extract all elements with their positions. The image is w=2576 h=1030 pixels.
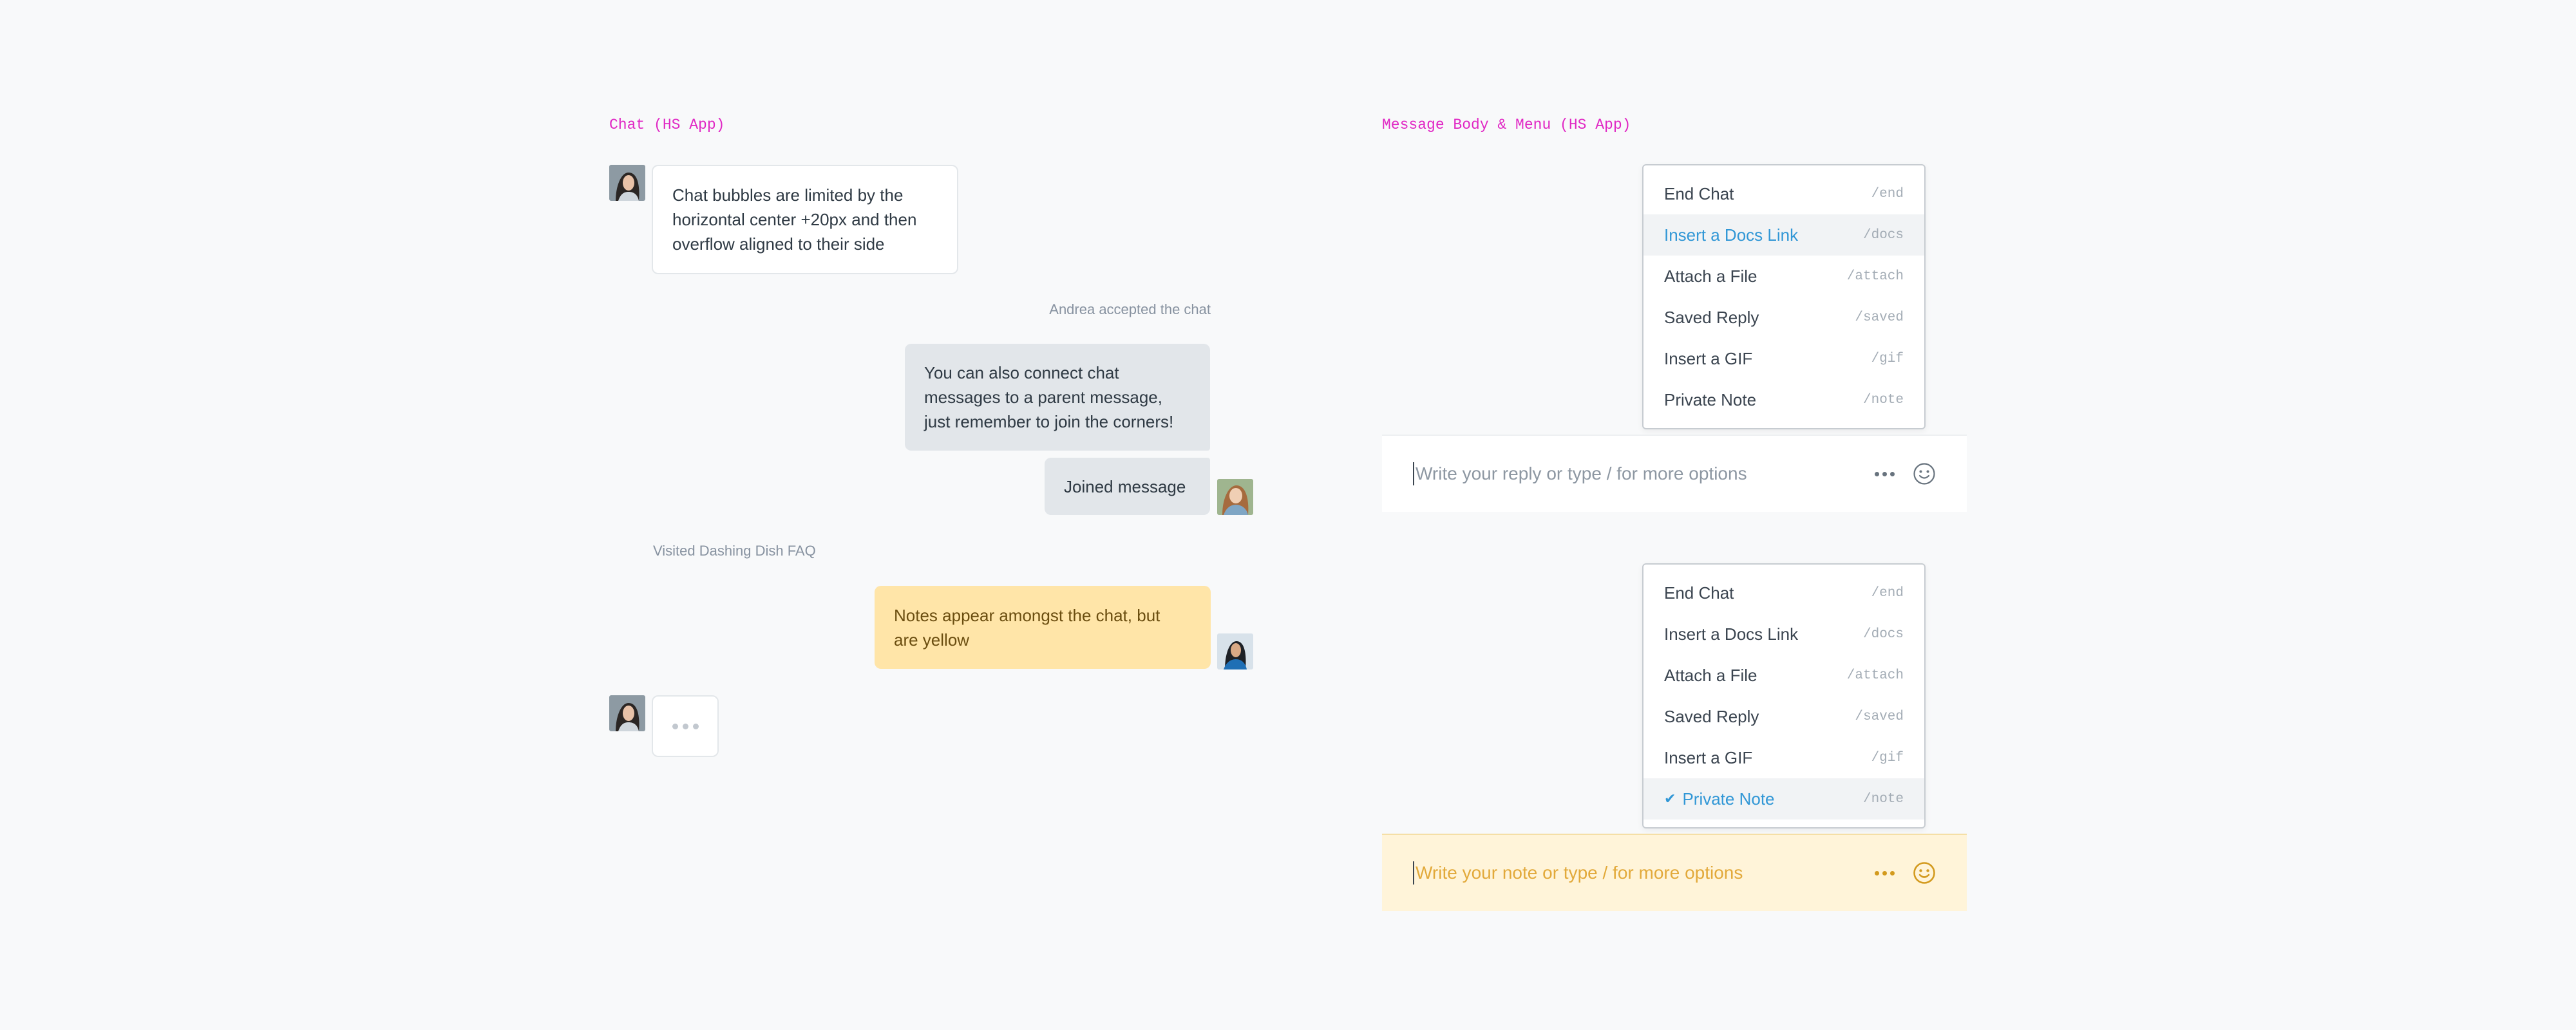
typing-indicator — [652, 695, 719, 757]
menu-item-command: /saved — [1855, 310, 1904, 325]
menu-item-command: /attach — [1846, 268, 1904, 284]
menu-item-label: Insert a GIF — [1664, 348, 1753, 368]
menu-item-label: Insert a Docs Link — [1664, 624, 1799, 644]
menu-item-attach-file[interactable]: Attach a File /attach — [1643, 256, 1924, 297]
menu-item-label: Attach a File — [1664, 665, 1757, 685]
more-options-icon[interactable] — [1875, 870, 1895, 876]
menu-item-label: Insert a Docs Link — [1664, 225, 1799, 245]
menu-item-end-chat[interactable]: End Chat /end — [1643, 572, 1924, 613]
note-bubble-text: Notes appear amongst the chat, but are y… — [894, 605, 1160, 650]
menu-item-label: Insert a GIF — [1664, 747, 1753, 767]
menu-item-command: /note — [1862, 392, 1904, 407]
menu-item-label: Saved Reply — [1664, 307, 1759, 327]
menu-item-insert-docs-link[interactable]: Insert a Docs Link /docs — [1643, 613, 1924, 655]
customer-avatar — [609, 165, 645, 201]
menu-item-label: End Chat — [1664, 583, 1734, 603]
menu-item-insert-gif[interactable]: Insert a GIF /gif — [1643, 338, 1924, 379]
note-composer[interactable]: Write your note or type / for more optio… — [1382, 834, 1967, 911]
typing-dot — [672, 723, 678, 729]
joined-chat-bubble: Joined message — [1045, 458, 1210, 515]
menu-item-command: /end — [1871, 186, 1904, 201]
menu-item-saved-reply[interactable]: Saved Reply /saved — [1643, 696, 1924, 737]
menu-item-command: /note — [1862, 791, 1904, 807]
reply-composer[interactable]: Write your reply or type / for more opti… — [1382, 435, 1967, 512]
menu-item-label: Attach a File — [1664, 266, 1757, 286]
emoji-icon[interactable] — [1913, 861, 1936, 885]
menu-item-command: /attach — [1846, 668, 1904, 683]
menu-item-command: /end — [1871, 585, 1904, 601]
visited-page-event: Visited Dashing Dish FAQ — [653, 543, 816, 559]
menu-item-label: Saved Reply — [1664, 706, 1759, 726]
slash-command-menu: End Chat /end Insert a Docs Link /docs A… — [1642, 164, 1926, 429]
more-options-icon[interactable] — [1875, 471, 1895, 476]
reply-input-placeholder[interactable]: Write your reply or type / for more opti… — [1416, 464, 1875, 484]
menu-item-label: End Chat — [1664, 183, 1734, 203]
customer-chat-bubble: Chat bubbles are limited by the horizont… — [652, 165, 958, 274]
menu-item-command: /docs — [1862, 227, 1904, 243]
menu-item-private-note[interactable]: ✔ Private Note /note — [1643, 778, 1924, 819]
menu-item-end-chat[interactable]: End Chat /end — [1643, 173, 1924, 214]
note-input-placeholder[interactable]: Write your note or type / for more optio… — [1416, 863, 1875, 883]
menu-item-label: Private Note — [1682, 789, 1775, 809]
menu-item-insert-gif[interactable]: Insert a GIF /gif — [1643, 737, 1924, 778]
agent-chat-bubble: You can also connect chat messages to a … — [905, 344, 1210, 451]
message-body-section-title: Message Body & Menu (HS App) — [1382, 117, 1631, 133]
checkmark-icon: ✔ — [1664, 791, 1676, 807]
menu-item-saved-reply[interactable]: Saved Reply /saved — [1643, 297, 1924, 338]
agent-bubble-text: You can also connect chat messages to a … — [924, 363, 1174, 431]
customer-avatar — [609, 695, 645, 731]
menu-item-insert-docs-link[interactable]: Insert a Docs Link /docs — [1643, 214, 1924, 256]
menu-item-label-group: ✔ Private Note — [1664, 789, 1775, 809]
menu-item-attach-file[interactable]: Attach a File /attach — [1643, 655, 1924, 696]
agent-avatar — [1217, 479, 1253, 515]
menu-item-command: /saved — [1855, 709, 1904, 724]
chat-accepted-event: Andrea accepted the chat — [1049, 301, 1211, 317]
slash-command-menu: End Chat /end Insert a Docs Link /docs A… — [1642, 563, 1926, 829]
customer-bubble-text: Chat bubbles are limited by the horizont… — [672, 185, 917, 254]
menu-item-label: Private Note — [1664, 389, 1757, 409]
note-author-avatar — [1217, 633, 1253, 670]
joined-bubble-text: Joined message — [1064, 476, 1186, 496]
menu-item-command: /gif — [1871, 750, 1904, 765]
note-chat-bubble: Notes appear amongst the chat, but are y… — [875, 586, 1211, 669]
menu-item-command: /docs — [1862, 626, 1904, 642]
emoji-icon[interactable] — [1913, 462, 1936, 485]
typing-dot — [682, 723, 688, 729]
typing-dot — [692, 723, 699, 729]
menu-item-command: /gif — [1871, 351, 1904, 366]
text-caret — [1413, 462, 1414, 485]
menu-item-private-note[interactable]: Private Note /note — [1643, 379, 1924, 420]
text-caret — [1413, 861, 1414, 885]
chat-section-title: Chat (HS App) — [609, 117, 725, 133]
